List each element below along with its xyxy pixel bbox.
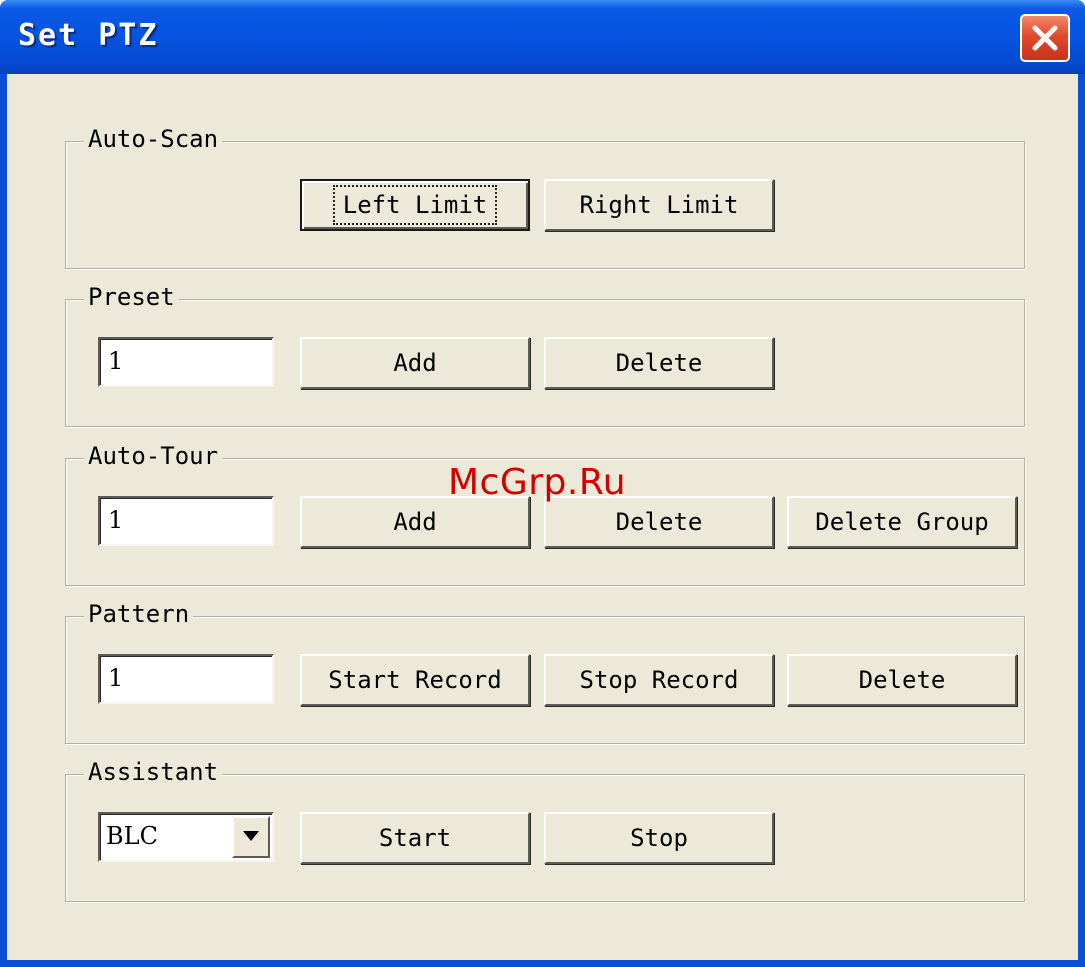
assistant-label: Assistant — [84, 757, 223, 787]
pattern-group: Pattern 1 Start Record Stop Record Delet… — [65, 599, 1025, 744]
auto-tour-label: Auto-Tour — [84, 441, 223, 471]
title-bar[interactable]: Set PTZ — [0, 0, 1085, 74]
preset-number-input[interactable]: 1 — [98, 337, 274, 387]
assistant-start-button[interactable]: Start — [300, 812, 530, 864]
auto-tour-add-button[interactable]: Add — [300, 496, 530, 548]
right-limit-button[interactable]: Right Limit — [544, 179, 774, 231]
assistant-group: Assistant BLC Start Stop — [65, 757, 1025, 902]
watermark-text: McGrp.Ru — [448, 462, 627, 503]
close-icon — [1032, 25, 1058, 51]
window-title: Set PTZ — [18, 18, 159, 53]
preset-group: Preset 1 Add Delete — [65, 282, 1025, 427]
preset-add-button[interactable]: Add — [300, 337, 530, 389]
delete-group-button[interactable]: Delete Group — [787, 496, 1017, 548]
auto-scan-label: Auto-Scan — [84, 124, 223, 154]
pattern-label: Pattern — [84, 599, 194, 629]
dialog-body: Auto-Scan Left Limit Right Limit Preset … — [7, 74, 1078, 960]
set-ptz-dialog: Set PTZ Auto-Scan Left Limit Right Limit… — [0, 0, 1085, 967]
assistant-select-value: BLC — [106, 822, 158, 850]
auto-tour-number-input[interactable]: 1 — [98, 496, 274, 546]
left-limit-label: Left Limit — [332, 185, 498, 225]
auto-scan-group: Auto-Scan Left Limit Right Limit — [65, 124, 1025, 269]
preset-delete-button[interactable]: Delete — [544, 337, 774, 389]
pattern-delete-button[interactable]: Delete — [787, 654, 1017, 706]
chevron-down-icon — [243, 831, 259, 841]
auto-tour-delete-button[interactable]: Delete — [544, 496, 774, 548]
dropdown-button[interactable] — [232, 816, 270, 858]
start-record-button[interactable]: Start Record — [300, 654, 530, 706]
left-limit-button[interactable]: Left Limit — [300, 179, 530, 231]
assistant-select[interactable]: BLC — [98, 812, 274, 862]
pattern-number-input[interactable]: 1 — [98, 654, 274, 704]
close-button[interactable] — [1020, 14, 1070, 62]
stop-record-button[interactable]: Stop Record — [544, 654, 774, 706]
assistant-stop-button[interactable]: Stop — [544, 812, 774, 864]
preset-label: Preset — [84, 282, 179, 312]
